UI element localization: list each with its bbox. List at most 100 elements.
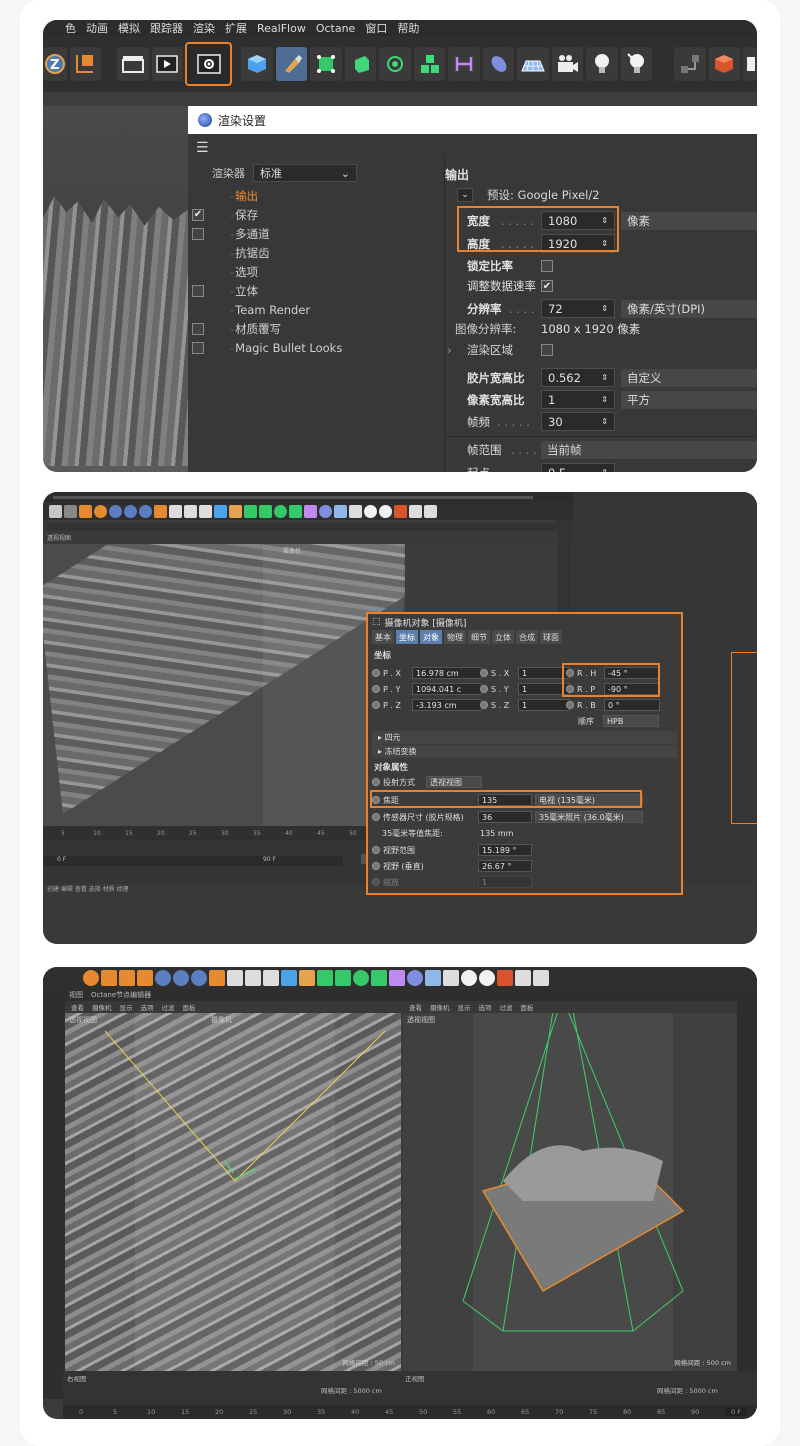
chevron-right-icon[interactable]: › bbox=[447, 343, 467, 357]
px-input[interactable]: 16.978 cm bbox=[412, 667, 482, 679]
view-menu-view[interactable]: 查看 bbox=[409, 1002, 422, 1012]
keyframe-dot-icon[interactable] bbox=[372, 778, 380, 786]
green-atom-icon[interactable] bbox=[353, 970, 369, 986]
attr-tab[interactable]: 立体 bbox=[492, 630, 514, 644]
capsule-icon[interactable] bbox=[407, 970, 423, 986]
tag-button[interactable] bbox=[708, 47, 741, 81]
settings-checkbox[interactable] bbox=[192, 227, 204, 240]
settings-item[interactable]: 抗锯齿 bbox=[192, 243, 342, 262]
bend-deformer-icon[interactable] bbox=[304, 504, 317, 518]
attr-tab[interactable]: 球面 bbox=[540, 630, 562, 644]
bookmark-icon[interactable] bbox=[424, 504, 437, 518]
keyframe-dot-icon[interactable] bbox=[480, 685, 488, 693]
menu-item-simulate[interactable]: 模拟 bbox=[118, 20, 140, 36]
coord-system-button[interactable] bbox=[69, 47, 102, 81]
perspective-viewport[interactable]: 查看 摄像机 显示 选项 过滤 面板 透视视图 网格间距 : 500 cm bbox=[403, 1001, 737, 1371]
fov-v-input[interactable]: 26.67 ° bbox=[478, 860, 532, 872]
coord-system-icon[interactable] bbox=[154, 504, 167, 518]
green-atom-icon[interactable] bbox=[274, 504, 287, 518]
preset-dropdown[interactable]: ⌄ bbox=[457, 188, 473, 202]
move-icon[interactable] bbox=[101, 970, 117, 986]
camera-viewport[interactable]: 查看 摄像机 显示 选项 过滤 面板 透视视图 摄像机 网格间距 : 50 cm bbox=[65, 1001, 401, 1371]
view-menu-display[interactable]: 显示 bbox=[458, 1002, 471, 1012]
freeze-transform-row[interactable]: ▸ 冻结变换 bbox=[372, 745, 677, 758]
x-axis-icon[interactable] bbox=[155, 970, 171, 986]
projection-dropdown[interactable]: 透视视图 bbox=[426, 776, 482, 788]
render-settings-button[interactable] bbox=[185, 42, 233, 86]
menu-item-extensions[interactable]: 扩展 bbox=[225, 20, 247, 36]
menu-item-partial[interactable]: 色 bbox=[65, 20, 76, 36]
attr-tab[interactable]: 坐标 bbox=[396, 630, 418, 644]
frame-end-field[interactable]: 90 F bbox=[263, 856, 276, 863]
menu-item-window[interactable]: 窗口 bbox=[365, 20, 387, 36]
red-cube-icon[interactable] bbox=[394, 504, 407, 518]
gear-clapboard-icon[interactable] bbox=[199, 504, 212, 518]
hierarchy-button[interactable] bbox=[674, 47, 706, 81]
floor-grid-icon[interactable] bbox=[334, 504, 347, 518]
download-icon[interactable] bbox=[515, 970, 531, 986]
view-menu-panel[interactable]: 面板 bbox=[521, 1002, 534, 1012]
rotate-icon[interactable] bbox=[94, 504, 107, 518]
keyframe-dot-icon[interactable] bbox=[566, 701, 574, 709]
view-menu-camera[interactable]: 摄像机 bbox=[92, 1002, 112, 1012]
sz-input[interactable]: 1 bbox=[518, 699, 570, 711]
settings-item[interactable]: 输出 bbox=[192, 186, 342, 205]
field-button[interactable] bbox=[482, 47, 515, 81]
select-icon[interactable] bbox=[49, 504, 62, 518]
spotlight-button[interactable] bbox=[620, 47, 653, 81]
spot-light-bulb-icon[interactable] bbox=[379, 504, 392, 518]
menu-item-tracker[interactable]: 跟踪器 bbox=[150, 20, 183, 36]
keyframe-dot-icon[interactable] bbox=[372, 846, 380, 854]
renderer-dropdown[interactable]: 标准 ⌄ bbox=[253, 164, 357, 182]
clapboard-icon[interactable] bbox=[227, 970, 243, 986]
settings-item[interactable]: ✔ 保存 bbox=[192, 205, 342, 224]
settings-checkbox[interactable]: ✔ bbox=[192, 208, 204, 221]
y-axis-icon[interactable] bbox=[124, 504, 137, 518]
fov-h-input[interactable]: 15.189 ° bbox=[478, 844, 532, 856]
fps-input[interactable]: 30 ⇕ bbox=[541, 412, 615, 431]
attr-tab[interactable]: 基本 bbox=[372, 630, 394, 644]
bend-deformer-icon[interactable] bbox=[389, 970, 405, 986]
keyframe-dot-icon[interactable] bbox=[480, 669, 488, 677]
green-extrude-icon[interactable] bbox=[259, 504, 272, 518]
attr-tab[interactable]: 对象 bbox=[420, 630, 442, 644]
pen-tool-button[interactable] bbox=[275, 47, 308, 81]
settings-item[interactable]: 立体 bbox=[192, 281, 342, 300]
sensor-preset-dropdown[interactable]: 35毫米照片 (36.0毫米) bbox=[535, 811, 643, 823]
settings-checkbox[interactable] bbox=[192, 322, 204, 335]
pz-input[interactable]: -3.193 cm bbox=[412, 699, 482, 711]
world-coord-icon[interactable] bbox=[209, 970, 225, 986]
green-cubes-icon[interactable] bbox=[289, 504, 302, 518]
resolution-input[interactable]: 72 ⇕ bbox=[541, 299, 615, 318]
extrude-button[interactable] bbox=[344, 47, 377, 81]
menu-item-realflow[interactable]: RealFlow bbox=[257, 22, 306, 35]
play-clapboard-icon[interactable] bbox=[184, 504, 197, 518]
order-dropdown[interactable]: HPB bbox=[603, 715, 659, 727]
film-aspect-input[interactable]: 0.562 ⇕ bbox=[541, 368, 615, 387]
red-cube-icon[interactable] bbox=[497, 970, 513, 986]
x-axis-icon[interactable] bbox=[109, 504, 122, 518]
settings-checkbox[interactable] bbox=[192, 284, 204, 297]
rb-input[interactable]: 0 ° bbox=[604, 699, 660, 711]
view-menu-filter[interactable]: 过滤 bbox=[500, 1002, 513, 1012]
view-menu-options[interactable]: 选项 bbox=[141, 1002, 154, 1012]
move-icon[interactable] bbox=[64, 504, 77, 518]
light-button[interactable] bbox=[586, 47, 618, 81]
start-input[interactable]: 0 F ⇕ bbox=[541, 463, 615, 472]
attr-tab[interactable]: 细节 bbox=[468, 630, 490, 644]
settings-item[interactable]: 材质覆写 bbox=[192, 319, 342, 338]
menu-item-animate[interactable]: 动画 bbox=[86, 20, 108, 36]
tab-view[interactable]: 视图 bbox=[69, 990, 83, 1000]
mograph-button[interactable] bbox=[379, 47, 411, 81]
pixel-aspect-input[interactable]: 1 ⇕ bbox=[541, 390, 615, 409]
menu-item-octane[interactable]: Octane bbox=[316, 22, 356, 35]
floor-grid-icon[interactable] bbox=[425, 970, 441, 986]
capsule-icon[interactable] bbox=[319, 504, 332, 518]
settings-item[interactable]: 多通道 bbox=[192, 224, 342, 243]
settings-item[interactable]: 选项 bbox=[192, 262, 342, 281]
render-view-button[interactable] bbox=[117, 47, 149, 81]
keyframe-dot-icon[interactable] bbox=[372, 813, 380, 821]
pen-icon[interactable] bbox=[299, 970, 315, 986]
subdivision-button[interactable] bbox=[310, 47, 342, 81]
settings-item[interactable]: Magic Bullet Looks bbox=[192, 338, 342, 357]
